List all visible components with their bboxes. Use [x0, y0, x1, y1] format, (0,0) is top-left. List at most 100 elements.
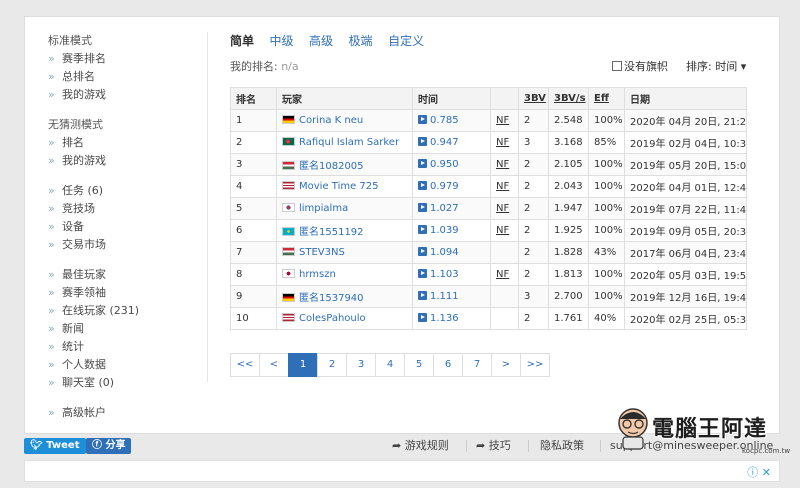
date-cell: 2019年 02月 04日, 10:32 — [624, 131, 747, 154]
page-button[interactable]: 2 — [317, 353, 347, 377]
player-link[interactable]: limpialma — [299, 203, 348, 214]
col-eff[interactable]: Eff — [588, 87, 625, 110]
3bvs-cell: 2.700 — [548, 285, 589, 308]
sidebar-item-online-players[interactable]: » 在线玩家 (231) — [48, 302, 198, 320]
sidebar-item-premium[interactable]: » 高级帐户 — [48, 404, 198, 422]
rank-cell: 6 — [230, 219, 277, 242]
sidebar-item-my-games[interactable]: » 我的游戏 — [48, 86, 198, 104]
tab-extreme[interactable]: 极端 — [349, 30, 373, 52]
col-rank: 排名 — [230, 87, 277, 110]
page-button[interactable]: 5 — [404, 353, 434, 377]
sidebar-group-title: 标准模式 — [48, 34, 92, 47]
replay-link[interactable]: 1.111 — [418, 291, 459, 302]
replay-link[interactable]: 1.094 — [418, 247, 459, 258]
player-link[interactable]: hrmszn — [299, 269, 336, 280]
player-link[interactable]: 匿名1537940 — [299, 293, 364, 304]
sidebar-item-news[interactable]: » 新闻 — [48, 320, 198, 338]
replay-link[interactable]: 1.136 — [418, 313, 459, 324]
table-row: 6 匿名1551192 1.039 NF 2 1.925 100% 2019年 09月 05日… — [230, 219, 747, 242]
page-button[interactable]: 6 — [433, 353, 463, 377]
sidebar-item-my-games-ng[interactable]: » 我的游戏 — [48, 152, 198, 170]
tab-hard[interactable]: 高级 — [309, 30, 333, 52]
country-flag-icon — [282, 203, 295, 212]
page-button[interactable]: 3 — [346, 353, 376, 377]
leaderboard-table: 排名 玩家 时间 3BV 3BV/s Eff 日期 1 Corina K neu 0… — [230, 87, 747, 330]
nf-badge: NF — [496, 115, 510, 126]
sidebar-item-equipment[interactable]: » 设备 — [48, 218, 198, 236]
tips-link[interactable]: ➦ 技巧 — [476, 436, 511, 456]
nf-badge: NF — [496, 159, 510, 170]
3bvs-cell: 2.043 — [548, 175, 589, 198]
sidebar-item-chat[interactable]: » 聊天室 (0) — [48, 374, 198, 392]
3bvs-cell: 1.813 — [548, 263, 589, 286]
replay-link[interactable]: 1.103 — [418, 269, 459, 280]
country-flag-icon — [282, 269, 295, 278]
share-button[interactable]: ⓕ 分享 — [86, 438, 132, 454]
col-3bv[interactable]: 3BV — [518, 87, 549, 110]
chevron-right-icon: » — [48, 304, 55, 317]
sidebar-item-statistics[interactable]: » 统计 — [48, 338, 198, 356]
page-button[interactable]: < — [259, 353, 289, 377]
replay-link[interactable]: 0.950 — [418, 159, 459, 170]
table-row: 3 匿名1082005 0.950 NF 2 2.105 100% 2019年 05月 20日… — [230, 153, 747, 176]
privacy-link[interactable]: 隐私政策 — [540, 436, 584, 456]
sidebar-item-arena[interactable]: » 竞技场 — [48, 200, 198, 218]
chevron-right-icon: » — [48, 52, 55, 65]
sidebar-item-quests[interactable]: » 任务 (6) — [48, 182, 198, 200]
table-row: 9 匿名1537940 1.111 3 2.700 100% 2019年 12月 16日, … — [230, 285, 747, 308]
chevron-right-icon: » — [48, 286, 55, 299]
3bv-cell: 2 — [518, 153, 549, 176]
sort-dropdown[interactable]: 排序: 时间 ▾ — [686, 58, 746, 76]
sidebar-item-season-leaders[interactable]: » 赛季领袖 — [48, 284, 198, 302]
col-3bvs[interactable]: 3BV/s — [548, 87, 589, 110]
page-button[interactable]: << — [230, 353, 260, 377]
player-cell: 匿名1551192 — [276, 219, 413, 242]
replay-link[interactable]: 0.785 — [418, 115, 459, 126]
chevron-right-icon: » — [48, 70, 55, 83]
chevron-right-icon: » — [48, 184, 55, 197]
player-link[interactable]: STEV3NS — [299, 247, 345, 258]
checkbox-icon[interactable] — [612, 61, 622, 71]
sidebar-item-profile[interactable]: » 个人数据 — [48, 356, 198, 374]
replay-link[interactable]: 0.979 — [418, 181, 459, 192]
player-link[interactable]: Corina K neu — [299, 115, 363, 126]
sidebar-item-marketplace[interactable]: » 交易市场 — [48, 236, 198, 254]
sidebar-item-total-ranking[interactable]: » 总排名 — [48, 68, 198, 86]
player-link[interactable]: ColesPahoulo — [299, 313, 366, 324]
nf-cell: NF — [490, 197, 519, 220]
play-icon — [418, 225, 427, 234]
player-link[interactable]: 匿名1082005 — [299, 161, 364, 172]
date-cell: 2020年 04月 01日, 12:43 — [624, 175, 747, 198]
player-cell: Movie Time 725 — [276, 175, 413, 198]
tab-custom[interactable]: 自定义 — [388, 30, 424, 52]
my-rank-row: 我的排名: n/a 没有旗帜 排序: 时间 ▾ — [230, 58, 750, 76]
player-link[interactable]: Movie Time 725 — [299, 181, 379, 192]
page-button[interactable]: >> — [520, 353, 550, 377]
chevron-right-icon: » — [48, 376, 55, 389]
3bv-cell: 3 — [518, 131, 549, 154]
tab-easy[interactable]: 简单 — [230, 30, 254, 52]
time-cell: 1.094 — [412, 241, 491, 264]
tab-medium[interactable]: 中级 — [270, 30, 294, 52]
sidebar-item-ranking[interactable]: » 排名 — [48, 134, 198, 152]
replay-link[interactable]: 1.039 — [418, 225, 459, 236]
nf-badge: NF — [496, 137, 510, 148]
tweet-button[interactable]: 🐦︎ Tweet — [24, 438, 86, 454]
replay-link[interactable]: 0.947 — [418, 137, 459, 148]
nf-badge: NF — [496, 269, 510, 280]
my-rank-label: 我的排名: — [230, 60, 282, 73]
ad-banner[interactable]: ⓘ ✕ — [24, 460, 780, 482]
sidebar-item-best-players[interactable]: » 最佳玩家 — [48, 266, 198, 284]
replay-link[interactable]: 1.027 — [418, 203, 459, 214]
no-flag-checkbox[interactable]: 没有旗帜 — [612, 58, 668, 76]
page-button[interactable]: 1 — [288, 353, 318, 377]
page-button[interactable]: 4 — [375, 353, 405, 377]
page-button[interactable]: > — [491, 353, 521, 377]
game-rules-link[interactable]: ➦ 游戏规则 — [392, 436, 449, 456]
player-link[interactable]: Rafiqul Islam Sarker — [299, 137, 399, 148]
page-button[interactable]: 7 — [462, 353, 492, 377]
player-link[interactable]: 匿名1551192 — [299, 227, 364, 238]
sidebar-item-season-ranking[interactable]: » 赛季排名 — [48, 50, 198, 68]
arrow-icon: ➦ — [476, 439, 489, 452]
ad-close-icon[interactable]: ⓘ ✕ — [747, 464, 771, 480]
